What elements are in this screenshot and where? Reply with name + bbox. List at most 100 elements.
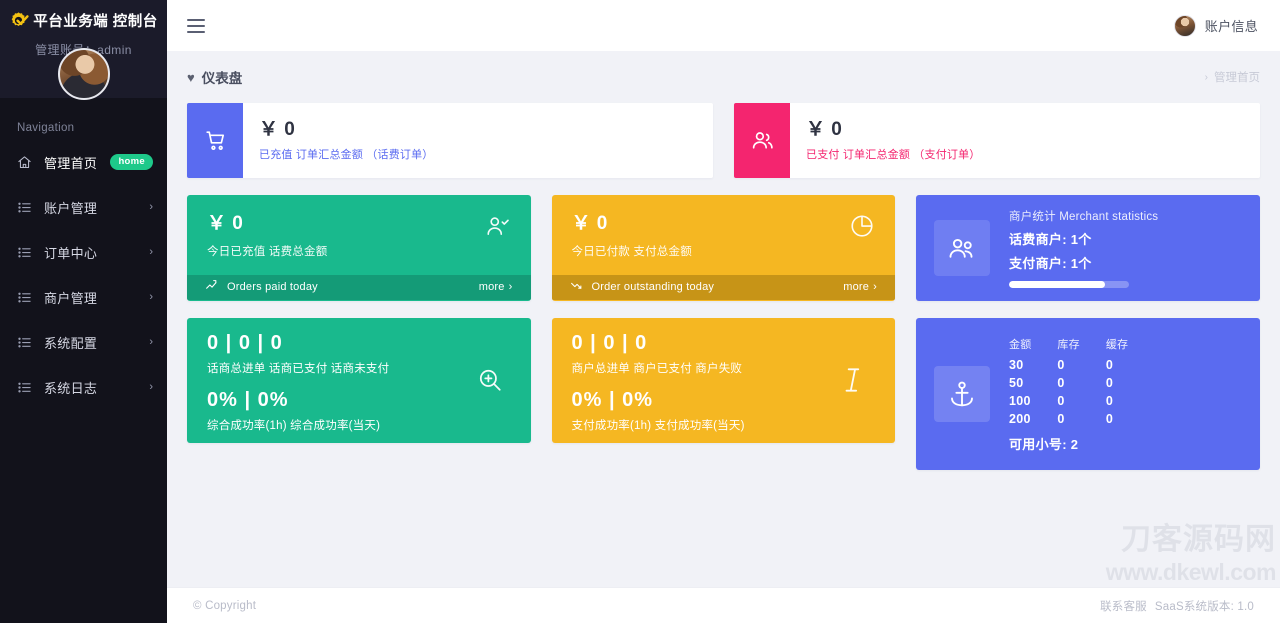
version-label: SaaS系统版本: 1.0 bbox=[1155, 598, 1254, 614]
sidebar-item-accounts[interactable]: 账户管理 › bbox=[0, 189, 167, 225]
cell-amount: 100 bbox=[1009, 392, 1057, 410]
more-link[interactable]: more › bbox=[479, 281, 513, 293]
stat-row-3: 0 | 0 | 0 话商总进单 话商已支付 话商未支付 0% | 0% 综合成功… bbox=[187, 318, 1260, 470]
account-info-label: 账户信息 bbox=[1205, 16, 1258, 35]
sidebar-item-system-config[interactable]: 系统配置 › bbox=[0, 324, 167, 360]
sidebar-item-label: 系统日志 bbox=[44, 378, 97, 397]
table-row: 50 0 0 bbox=[1009, 374, 1154, 392]
success-rates-label: 支付成功率(1h) 支付成功率(当天) bbox=[572, 417, 842, 433]
card-body: 金额 库存 缓存 30 0 0 bbox=[1009, 336, 1154, 453]
page-title: ♥ 仪表盘 bbox=[187, 67, 242, 87]
card-label: 今日已充值 话费总金额 bbox=[207, 243, 327, 259]
topbar: 账户信息 bbox=[167, 0, 1280, 51]
text-cursor-icon bbox=[841, 365, 875, 400]
cell-cache: 0 bbox=[1106, 410, 1154, 428]
card-value: ￥ 0 bbox=[259, 119, 434, 141]
stock-table: 金额 库存 缓存 30 0 0 bbox=[1009, 336, 1154, 428]
pie-chart-icon bbox=[849, 213, 875, 244]
success-rates: 0% | 0% bbox=[207, 389, 477, 412]
card-value: ￥ 0 bbox=[806, 119, 981, 141]
cell-amount: 30 bbox=[1009, 356, 1057, 374]
more-link[interactable]: more › bbox=[843, 281, 877, 293]
card-footer[interactable]: Order outstanding today more › bbox=[552, 275, 896, 300]
user-avatar bbox=[58, 48, 110, 100]
card-label: 已支付 订单汇总金额 （支付订单） bbox=[806, 146, 981, 162]
sidebar-item-label: 管理首页 bbox=[44, 153, 97, 172]
card-payment-performance[interactable]: 0 | 0 | 0 商户总进单 商户已支付 商户失败 0% | 0% 支付成功率… bbox=[552, 318, 896, 443]
gear-check-icon bbox=[9, 11, 28, 30]
card-today-payment[interactable]: ￥ 0 今日已付款 支付总金额 Order out bbox=[552, 195, 896, 301]
account-info-button[interactable]: 账户信息 bbox=[1174, 15, 1258, 37]
card-today-recharge[interactable]: ￥ 0 今日已充值 话费总金额 Orders pa bbox=[187, 195, 531, 301]
card-label: 今日已付款 支付总金额 bbox=[572, 243, 692, 259]
card-value: ￥ 0 bbox=[572, 213, 692, 236]
order-counts: 0 | 0 | 0 bbox=[207, 332, 477, 355]
sidebar-item-merchants[interactable]: 商户管理 › bbox=[0, 279, 167, 315]
avatar[interactable] bbox=[58, 48, 110, 100]
order-counts-label: 话商总进单 话商已支付 话商未支付 bbox=[207, 360, 477, 376]
stat-row-2: ￥ 0 今日已充值 话费总金额 Orders pa bbox=[187, 195, 1260, 301]
column-header-stock: 库存 bbox=[1057, 336, 1105, 356]
content: ♥ 仪表盘 › 管理首页 ￥ 0 bbox=[167, 51, 1280, 587]
watermark-line-1: 刀客源码网 bbox=[1006, 525, 1276, 555]
card-paid-total[interactable]: ￥ 0 已支付 订单汇总金额 （支付订单） bbox=[734, 103, 1260, 178]
table-header-row: 金额 库存 缓存 bbox=[1009, 336, 1154, 356]
support-link[interactable]: 联系客服 bbox=[1100, 598, 1147, 614]
heart-icon: ♥ bbox=[187, 71, 195, 84]
sidebar: 平台业务端 控制台 管理账号：admin Navigation 管理首页 hom… bbox=[0, 0, 167, 623]
progress-bar-fill bbox=[1009, 281, 1105, 288]
site-watermark: 刀客源码网 www.dkewl.com bbox=[1006, 525, 1276, 587]
card-stock-table[interactable]: 金额 库存 缓存 30 0 0 bbox=[916, 318, 1260, 470]
card-top: ￥ 0 今日已付款 支付总金额 bbox=[552, 195, 896, 275]
sidebar-item-system-logs[interactable]: 系统日志 › bbox=[0, 369, 167, 405]
list-icon bbox=[17, 200, 33, 215]
cell-stock: 0 bbox=[1057, 356, 1105, 374]
chevron-right-icon: › bbox=[149, 202, 153, 213]
column-header-amount: 金额 bbox=[1009, 336, 1057, 356]
card-body: ￥ 0 已充值 订单汇总金额 （话费订单） bbox=[243, 103, 434, 178]
brand[interactable]: 平台业务端 控制台 bbox=[0, 8, 167, 32]
progress-bar bbox=[1009, 281, 1129, 288]
card-text: ￥ 0 今日已付款 支付总金额 bbox=[572, 213, 692, 259]
card-body: 0 | 0 | 0 商户总进单 商户已支付 商户失败 0% | 0% 支付成功率… bbox=[572, 332, 842, 433]
stat-row-1: ￥ 0 已充值 订单汇总金额 （话费订单） ￥ 0 已支付 订单汇总金额 （支付… bbox=[187, 103, 1260, 178]
card-merchant-statistics[interactable]: 商户统计 Merchant statistics 话费商户: 1个 支付商户: … bbox=[916, 195, 1260, 301]
cell-stock: 0 bbox=[1057, 392, 1105, 410]
card-title: 商户统计 Merchant statistics bbox=[1009, 208, 1242, 224]
card-text: ￥ 0 今日已充值 话费总金额 bbox=[207, 213, 327, 259]
page-title-label: 仪表盘 bbox=[202, 67, 243, 87]
card-recharge-performance[interactable]: 0 | 0 | 0 话商总进单 话商已支付 话商未支付 0% | 0% 综合成功… bbox=[187, 318, 531, 443]
sidebar-item-label: 系统配置 bbox=[44, 333, 97, 352]
more-label: more bbox=[843, 281, 869, 293]
hamburger-icon[interactable] bbox=[187, 19, 205, 33]
card-footer[interactable]: Orders paid today more › bbox=[187, 275, 531, 300]
cell-stock: 0 bbox=[1057, 374, 1105, 392]
anchor-icon bbox=[934, 366, 990, 422]
cell-stock: 0 bbox=[1057, 410, 1105, 428]
users-group-icon bbox=[934, 220, 990, 276]
sidebar-item-home[interactable]: 管理首页 home bbox=[0, 144, 167, 180]
card-footer-label: Order outstanding today bbox=[592, 281, 715, 293]
cell-cache: 0 bbox=[1106, 392, 1154, 410]
merchant-recharge-count: 话费商户: 1个 bbox=[1009, 229, 1242, 248]
card-label: 已充值 订单汇总金额 （话费订单） bbox=[259, 146, 434, 162]
trend-down-icon bbox=[570, 279, 583, 295]
table-row: 100 0 0 bbox=[1009, 392, 1154, 410]
sidebar-item-label: 订单中心 bbox=[44, 243, 97, 262]
chevron-right-icon: › bbox=[149, 382, 153, 393]
list-icon bbox=[17, 335, 33, 350]
sidebar-item-orders[interactable]: 订单中心 › bbox=[0, 234, 167, 270]
column-header-cache: 缓存 bbox=[1106, 336, 1154, 356]
card-body: 0 | 0 | 0 话商总进单 话商已支付 话商未支付 0% | 0% 综合成功… bbox=[207, 332, 477, 433]
sidebar-nav: Navigation 管理首页 home 账户管理 › bbox=[0, 98, 167, 405]
chevron-right-icon: › bbox=[149, 337, 153, 348]
page-header: ♥ 仪表盘 › 管理首页 bbox=[187, 51, 1260, 103]
card-recharge-total[interactable]: ￥ 0 已充值 订单汇总金额 （话费订单） bbox=[187, 103, 713, 178]
table-row: 30 0 0 bbox=[1009, 356, 1154, 374]
chevron-right-icon: › bbox=[1205, 72, 1208, 83]
breadcrumb-item[interactable]: 管理首页 bbox=[1214, 69, 1260, 85]
footer-right: 联系客服 SaaS系统版本: 1.0 bbox=[1100, 598, 1254, 614]
table-row: 200 0 0 bbox=[1009, 410, 1154, 428]
main-area: 账户信息 ♥ 仪表盘 › 管理首页 bbox=[167, 0, 1280, 623]
brand-title: 平台业务端 控制台 bbox=[33, 10, 158, 31]
